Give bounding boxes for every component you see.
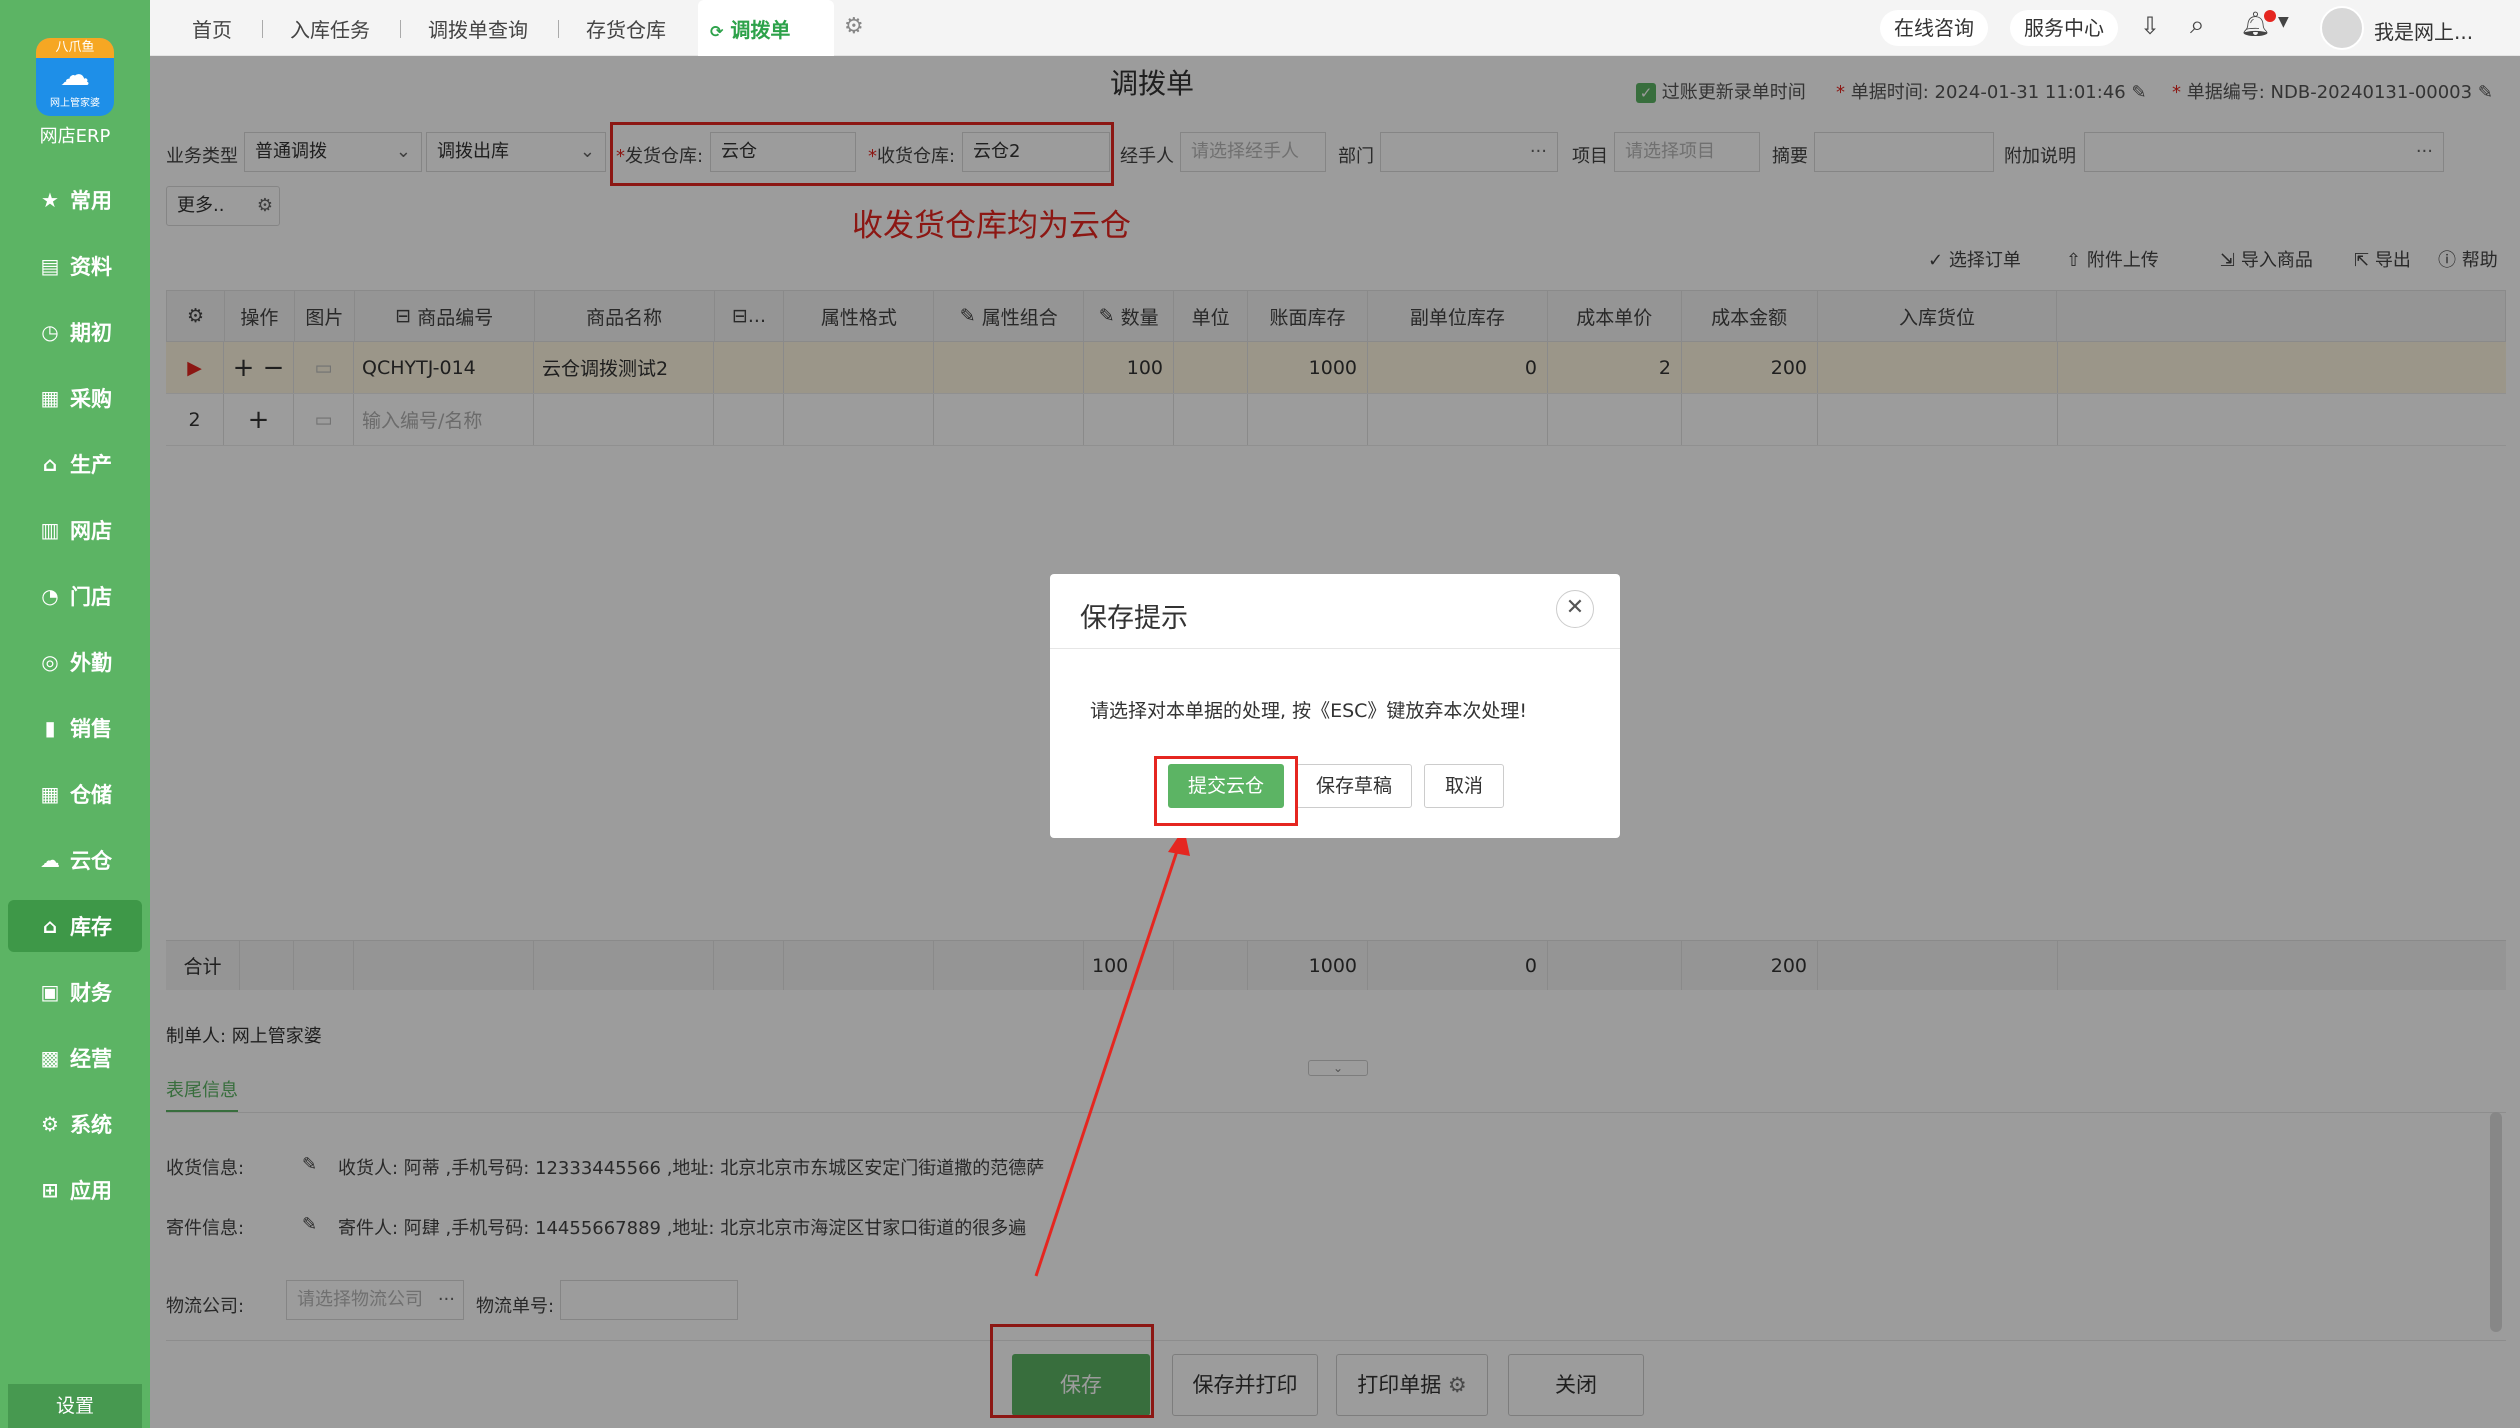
sidebar-item-label: 资料 (70, 255, 112, 279)
chevron-down-icon[interactable]: ▼ (2278, 14, 2289, 30)
sidebar-item-label: 经营 (70, 1047, 112, 1071)
star-icon: ★ (41, 188, 59, 212)
store-icon: ▥ (40, 518, 60, 542)
sidebar-item-11[interactable]: ☁ 云仓 (8, 834, 142, 886)
submit-highlight-box (1154, 756, 1298, 826)
cloud-download-icon[interactable]: ⇩ (2140, 12, 2160, 40)
gear-icon[interactable]: ⚙ (844, 14, 864, 39)
user-name[interactable]: 我是网上... (2374, 16, 2473, 45)
sidebar-item-3[interactable]: ◷ 期初 (8, 306, 142, 358)
sidebar-item-2[interactable]: ▤ 资料 (8, 240, 142, 292)
save-prompt-dialog: 保存提示 ✕ 请选择对本单据的处理, 按《ESC》键放弃本次处理! 提交云仓 保… (1050, 574, 1620, 838)
app-logo[interactable]: 八爪鱼 ☁ 网上管家婆 (36, 38, 114, 116)
sidebar-item-label: 外勤 (70, 651, 112, 675)
home-icon: ⌂ (42, 914, 58, 938)
avatar[interactable] (2320, 6, 2364, 50)
annotation-arrow (1034, 828, 1190, 1277)
sidebar-item-label: 采购 (70, 387, 112, 411)
sidebar-item-label: 销售 (70, 717, 112, 741)
logo-subtitle: 网上管家婆 (50, 98, 100, 109)
dialog-title: 保存提示 (1080, 603, 1188, 634)
sidebar-item-label: 网店 (70, 519, 112, 543)
pie-icon: ◔ (41, 584, 59, 608)
search-icon[interactable]: ⌕ (2190, 10, 2205, 41)
tab-divider (400, 20, 401, 38)
sidebar: 八爪鱼 ☁ 网上管家婆 网店ERP ★ 常用 ▤ 资料 ◷ 期初 ▦ 采购 ⌂ 生产 ▥ 网店 ◔ 门店 ◎… (0, 0, 150, 1428)
sidebar-item-10[interactable]: ▦ 仓储 (8, 768, 142, 820)
sidebar-item-6[interactable]: ▥ 网店 (8, 504, 142, 556)
sidebar-item-label: 期初 (70, 321, 112, 345)
clock-icon: ◷ (41, 320, 59, 344)
dialog-divider (1050, 648, 1620, 649)
sidebar-item-label: 云仓 (70, 849, 112, 873)
sidebar-item-12[interactable]: ⌂ 库存 (8, 900, 142, 952)
sidebar-item-label: 门店 (70, 585, 112, 609)
sidebar-item-label: 生产 (70, 453, 112, 477)
tab-divider (262, 20, 263, 38)
top-bar: 首页 入库任务 调拨单查询 存货仓库 ⟳ 调拨单 ✕ ⚙ 在线咨询 服务中心 ⇩… (150, 0, 2520, 104)
wallet-icon: ▣ (40, 980, 60, 1004)
save-draft-button[interactable]: 保存草稿 (1296, 764, 1412, 808)
gear-icon: ⚙ (41, 1112, 59, 1136)
factory-icon: ⌂ (42, 452, 58, 476)
tab-transfer-order[interactable]: ⟳ 调拨单 ✕ (698, 0, 834, 104)
sidebar-item-label: 库存 (70, 915, 112, 939)
sidebar-item-9[interactable]: ▮ 销售 (8, 702, 142, 754)
cloud-icon: ☁ (60, 58, 90, 93)
service-center-button[interactable]: 服务中心 (2010, 10, 2118, 46)
sidebar-item-label: 仓储 (70, 783, 112, 807)
sidebar-item-label: 应用 (70, 1179, 112, 1203)
cancel-button[interactable]: 取消 (1424, 764, 1504, 808)
sidebar-item-5[interactable]: ⌂ 生产 (8, 438, 142, 490)
sidebar-item-14[interactable]: ▩ 经营 (8, 1032, 142, 1084)
warehouse-icon: ▦ (40, 782, 60, 806)
cart-icon: ▦ (40, 386, 60, 410)
refresh-icon[interactable]: ⟳ (710, 22, 723, 41)
logo-badge: 八爪鱼 (36, 38, 114, 58)
briefcase-icon: ▩ (40, 1046, 60, 1070)
sidebar-item-15[interactable]: ⚙ 系统 (8, 1098, 142, 1150)
arrow-line (1034, 841, 1182, 1277)
sidebar-item-1[interactable]: ★ 常用 (8, 174, 142, 226)
sidebar-item-7[interactable]: ◔ 门店 (8, 570, 142, 622)
tab-transfer-query[interactable]: 调拨单查询 (428, 0, 528, 56)
chart-icon: ▮ (44, 716, 56, 740)
tab-stock-warehouse[interactable]: 存货仓库 (586, 0, 666, 56)
app-name: 网店ERP (39, 126, 111, 147)
notification-dot (2264, 10, 2276, 22)
plus-box-icon: ⊞ (41, 1178, 59, 1202)
sidebar-item-label: 系统 (70, 1113, 112, 1137)
dialog-message: 请选择对本单据的处理, 按《ESC》键放弃本次处理! (1090, 700, 1528, 722)
sidebar-item-13[interactable]: ▣ 财务 (8, 966, 142, 1018)
sidebar-item-label: 常用 (70, 189, 112, 213)
sidebar-item-8[interactable]: ◎ 外勤 (8, 636, 142, 688)
settings-button[interactable]: 设置 (8, 1384, 142, 1428)
sidebar-item-label: 财务 (70, 981, 112, 1005)
target-icon: ◎ (41, 650, 59, 674)
tab-inbound-tasks[interactable]: 入库任务 (290, 0, 370, 56)
sidebar-item-16[interactable]: ⊞ 应用 (8, 1164, 142, 1216)
close-icon[interactable]: ✕ (1556, 590, 1594, 628)
sidebar-item-4[interactable]: ▦ 采购 (8, 372, 142, 424)
tab-divider (558, 20, 559, 38)
doc-icon: ▤ (40, 254, 60, 278)
online-consult-button[interactable]: 在线咨询 (1880, 10, 1988, 46)
tab-transfer-order-label: 调拨单 (730, 18, 791, 42)
tab-home[interactable]: 首页 (192, 0, 232, 56)
cloud-warehouse-icon: ☁ (40, 848, 60, 872)
